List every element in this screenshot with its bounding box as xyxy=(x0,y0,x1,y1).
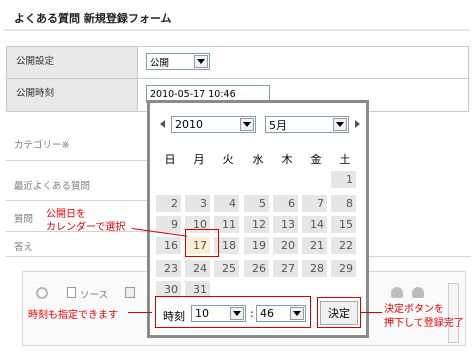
calendar-day[interactable]: 19 xyxy=(244,237,269,254)
calendar-day[interactable]: 12 xyxy=(244,216,269,233)
chevron-down-icon[interactable] xyxy=(333,118,347,131)
calendar-empty-cell xyxy=(331,281,356,298)
ok-button[interactable]: 決定 xyxy=(320,301,358,325)
calendar-day[interactable]: 7 xyxy=(302,195,327,212)
user-icon[interactable] xyxy=(412,287,424,298)
publish-time-label: 公開時刻 xyxy=(7,79,137,111)
question-label: 質問 xyxy=(14,214,34,225)
calendar-day[interactable]: 5 xyxy=(244,195,269,212)
year-value: 2010 xyxy=(175,118,203,131)
publish-time-value: 2010-05-17 10:46 xyxy=(150,88,236,100)
calendar-popup: 2010 5月 日 月 火 水 木 金 土 1 2 3 4 5 6 7 8 9 10 11 12 13 1… xyxy=(147,100,369,338)
month-select[interactable]: 5月 xyxy=(265,116,349,133)
minute-select[interactable]: 46 xyxy=(256,305,306,322)
hour-select[interactable]: 10 xyxy=(191,305,246,322)
annotation-pick-date-line2: カレンダーで選択 xyxy=(46,222,126,233)
calendar-day[interactable]: 29 xyxy=(331,260,356,277)
calendar-day[interactable]: 16 xyxy=(156,237,181,254)
annotation-confirm-line1: 決定ボタンを xyxy=(384,304,444,315)
calendar-day[interactable]: 20 xyxy=(273,237,298,254)
selected-day-highlight xyxy=(185,229,219,257)
column-divider xyxy=(137,47,138,111)
weekday-sun: 日 xyxy=(164,153,176,166)
calendar-day[interactable]: 25 xyxy=(214,260,239,277)
gear-icon[interactable] xyxy=(36,287,48,299)
weekday-fri: 金 xyxy=(310,153,322,166)
next-year-button[interactable] xyxy=(351,115,364,132)
weekday-mon: 月 xyxy=(193,153,205,166)
editor-scrollbar[interactable] xyxy=(448,283,459,343)
source-button[interactable]: ソース xyxy=(80,287,108,301)
toolbar-icon[interactable] xyxy=(125,287,135,298)
calendar-empty-cell xyxy=(185,171,210,188)
page-header: よくある質問 新規登録フォーム xyxy=(0,0,476,34)
publish-select-value: 公開 xyxy=(150,57,170,69)
document-icon[interactable] xyxy=(67,287,76,298)
recent-faq-label: 最近よくある質問 xyxy=(14,181,91,192)
publish-select[interactable]: 公開 xyxy=(146,53,210,70)
row-divider xyxy=(6,200,148,201)
calendar-day[interactable]: 1 xyxy=(331,171,356,188)
annotation-leader-confirm xyxy=(361,312,382,313)
calendar-day[interactable]: 9 xyxy=(156,216,181,233)
row-divider xyxy=(6,160,148,161)
chevron-down-icon[interactable] xyxy=(240,118,254,131)
calendar-day[interactable]: 22 xyxy=(331,237,356,254)
calendar-day[interactable]: 14 xyxy=(302,216,327,233)
month-value: 5月 xyxy=(269,118,287,132)
annotation-leader-time xyxy=(128,312,152,313)
annotation-confirm-line2: 押下して登録完了 xyxy=(384,318,464,329)
minute-value: 46 xyxy=(260,307,274,320)
calendar-day[interactable]: 13 xyxy=(273,216,298,233)
calendar-empty-cell xyxy=(156,171,181,188)
weekday-tue: 火 xyxy=(222,153,234,166)
calendar-day[interactable]: 23 xyxy=(156,260,181,277)
page-title: よくある質問 新規登録フォーム xyxy=(14,12,172,25)
answer-label: 答え xyxy=(14,242,34,253)
annotation-set-time: 時刻も指定できます xyxy=(28,310,118,321)
time-label: 時刻 xyxy=(163,310,185,323)
header-divider xyxy=(4,29,470,31)
calendar-day[interactable]: 4 xyxy=(214,195,239,212)
time-separator: : xyxy=(250,307,254,320)
chevron-down-icon[interactable] xyxy=(290,307,304,320)
weekday-sat: 土 xyxy=(339,153,351,166)
calendar-day[interactable]: 2 xyxy=(156,195,181,212)
chevron-right-icon xyxy=(355,119,360,128)
calendar-empty-cell xyxy=(244,171,269,188)
calendar-day[interactable]: 28 xyxy=(302,260,327,277)
hour-value: 10 xyxy=(195,307,209,320)
calendar-empty-cell xyxy=(273,171,298,188)
weekday-thu: 木 xyxy=(281,153,293,166)
user-icon[interactable] xyxy=(391,287,403,298)
calendar-day[interactable]: 21 xyxy=(302,237,327,254)
calendar-empty-cell xyxy=(214,171,239,188)
calendar-day[interactable]: 15 xyxy=(331,216,356,233)
chevron-down-icon[interactable] xyxy=(230,307,244,320)
calendar-day[interactable]: 26 xyxy=(244,260,269,277)
chevron-left-icon xyxy=(160,119,165,128)
calendar-day[interactable]: 27 xyxy=(273,260,298,277)
weekday-wed: 水 xyxy=(252,153,264,166)
chevron-down-icon[interactable] xyxy=(194,55,208,68)
calendar-day[interactable]: 8 xyxy=(331,195,356,212)
calendar-header: 2010 5月 xyxy=(150,103,366,133)
calendar-day[interactable]: 6 xyxy=(273,195,298,212)
calendar-day[interactable]: 3 xyxy=(185,195,210,212)
prev-year-button[interactable] xyxy=(156,115,169,132)
category-label: カテゴリー※ xyxy=(14,140,70,151)
year-select[interactable]: 2010 xyxy=(171,116,256,133)
calendar-empty-cell xyxy=(302,171,327,188)
publish-label: 公開設定 xyxy=(7,47,137,79)
calendar-day[interactable]: 24 xyxy=(185,260,210,277)
